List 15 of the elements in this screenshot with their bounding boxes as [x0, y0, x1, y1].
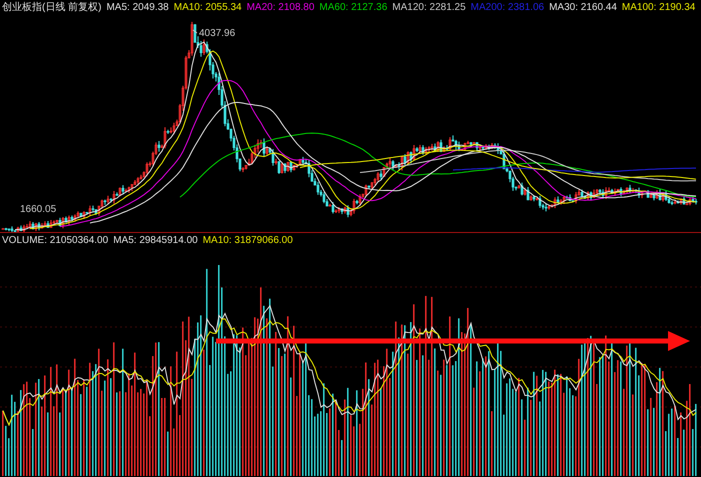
volume-title: VOLUME: 21050364.00 — [2, 234, 108, 246]
indicator-value: MA10: 2055.34 — [174, 2, 242, 12]
indicator-value: MA10: 31879066.00 — [202, 234, 293, 246]
indicator-value: MA120: 2281.25 — [392, 2, 466, 12]
indicator-value: MA5: 2049.38 — [106, 2, 169, 12]
indicator-value: MA200: 2381.06 — [470, 2, 544, 12]
indicator-value: MA100: 2190.34 — [622, 2, 696, 12]
high-price-label: 4037.96 — [199, 28, 236, 39]
low-price-label: 1660.05 — [20, 204, 56, 215]
chart-title: 创业板指(日线 前复权) — [2, 0, 102, 14]
indicator-value: MA30: 2160.44 — [549, 2, 617, 12]
indicator-value: MA20: 2108.80 — [246, 2, 314, 12]
leader-line — [192, 30, 198, 34]
indicator-value: MA5: 29845914.00 — [113, 234, 198, 246]
indicator-value: MA60: 2127.36 — [319, 2, 388, 12]
